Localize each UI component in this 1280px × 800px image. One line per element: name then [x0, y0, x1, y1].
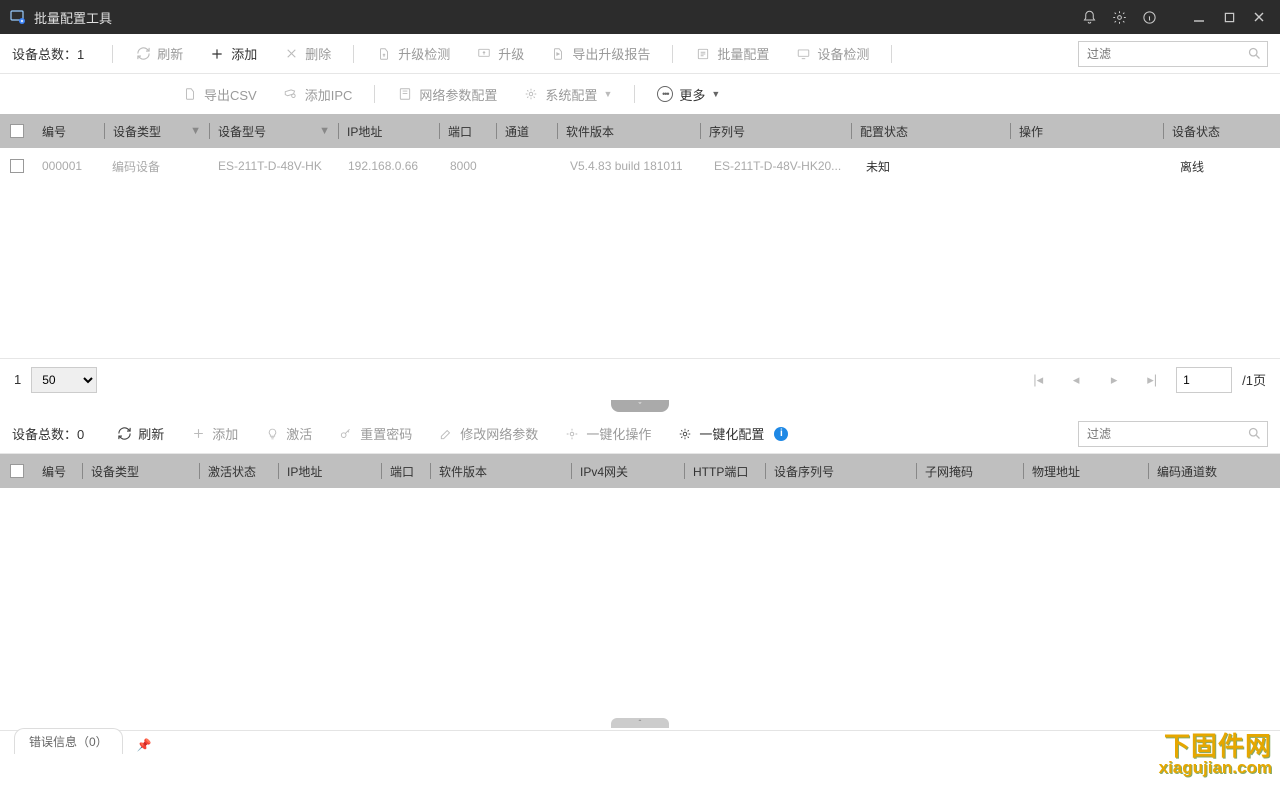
bell-icon[interactable] — [1074, 0, 1104, 34]
x-icon — [283, 46, 299, 62]
device-count: 设备总数：1 — [12, 44, 84, 63]
monitor-icon — [795, 46, 811, 62]
key-icon — [338, 426, 354, 442]
doc-icon — [182, 86, 198, 102]
export-icon — [550, 46, 566, 62]
edit-icon — [438, 426, 454, 442]
edit-net-button[interactable]: 修改网络参数 — [426, 419, 550, 449]
info-badge-icon: i — [774, 427, 788, 441]
net-param-button[interactable]: 网络参数配置 — [385, 79, 509, 109]
filter-icon[interactable]: ▼ — [319, 125, 330, 137]
batch-config-button[interactable]: 批量配置 — [683, 39, 781, 69]
top-toolbar-1: 设备总数：1 刷新 添加 删除 升级检测 升级 导出升级报告 批量配置 设备检测 — [0, 34, 1280, 74]
filter-search-bottom — [1078, 421, 1268, 447]
pin-icon[interactable]: 📌 — [137, 738, 152, 752]
info-icon[interactable] — [1134, 0, 1164, 34]
page-input[interactable] — [1176, 367, 1232, 393]
prev-page-button[interactable]: ◂ — [1062, 367, 1090, 393]
app-icon — [10, 9, 26, 25]
last-page-button[interactable]: ▸| — [1138, 367, 1166, 393]
panel-splitter[interactable]: ˇ — [0, 400, 1280, 414]
upgrade-check-button[interactable]: 升级检测 — [364, 39, 462, 69]
list-icon — [695, 46, 711, 62]
status-splitter[interactable]: ˆ — [0, 718, 1280, 730]
top-toolbar-2: 导出CSV 添加IPC 网络参数配置 系统配置▼ •••更多▼ — [0, 74, 1280, 114]
row-checkbox[interactable] — [10, 159, 24, 173]
refresh-button-2[interactable]: 刷新 — [104, 419, 176, 449]
bottom-toolbar: 设备总数：0 刷新 添加 激活 重置密码 修改网络参数 一键化操作 一键化配置i — [0, 414, 1280, 454]
upgrade-button[interactable]: 升级 — [464, 39, 536, 69]
activate-button[interactable]: 激活 — [252, 419, 324, 449]
camera-icon — [283, 86, 299, 102]
table-row[interactable]: 000001 编码设备 ES-211T-D-48V-HK 192.168.0.6… — [0, 148, 1280, 184]
next-page-button[interactable]: ▸ — [1100, 367, 1128, 393]
table2-header: 编号 设备类型 激活状态 IP地址 端口 软件版本 IPv4网关 HTTP端口 … — [0, 454, 1280, 488]
refresh-icon — [116, 426, 132, 442]
filter-input-bottom[interactable] — [1078, 421, 1268, 447]
bulb-icon — [264, 426, 280, 442]
close-button[interactable] — [1244, 0, 1274, 34]
oneclick-op-button[interactable]: 一键化操作 — [552, 419, 663, 449]
gear-icon — [523, 86, 539, 102]
table1-header: 编号 设备类型▼ 设备型号▼ IP地址 端口 通道 软件版本 序列号 配置状态 … — [0, 114, 1280, 148]
status-bar: 错误信息（0） 📌 — [0, 730, 1280, 758]
export-report-button[interactable]: 导出升级报告 — [538, 39, 662, 69]
gear-icon — [677, 426, 693, 442]
gear-icon — [564, 426, 580, 442]
select-all-checkbox[interactable] — [10, 124, 24, 138]
select-all-checkbox-2[interactable] — [10, 464, 24, 478]
filter-search-top — [1078, 41, 1268, 67]
net-icon — [397, 86, 413, 102]
upload-icon — [476, 46, 492, 62]
chevron-down-icon: ▼ — [603, 89, 612, 99]
ellipsis-icon: ••• — [657, 86, 673, 102]
gear-icon[interactable] — [1104, 0, 1134, 34]
export-csv-button[interactable]: 导出CSV — [170, 79, 269, 109]
refresh-icon — [135, 46, 151, 62]
app-title: 批量配置工具 — [34, 8, 112, 27]
page-size-select[interactable]: 50 — [31, 367, 97, 393]
delete-button[interactable]: 删除 — [271, 39, 343, 69]
maximize-button[interactable] — [1214, 0, 1244, 34]
pagination: 1 50 |◂ ◂ ▸ ▸| /1页 — [0, 358, 1280, 400]
plus-icon — [209, 46, 225, 62]
chevron-up-icon: ˆ — [611, 718, 669, 728]
table2-body — [0, 488, 1280, 718]
chevron-down-icon: ▼ — [711, 89, 720, 99]
filter-input-top[interactable] — [1078, 41, 1268, 67]
refresh-button[interactable]: 刷新 — [123, 39, 195, 69]
add-button-2[interactable]: 添加 — [178, 419, 250, 449]
device-count-2: 设备总数：0 — [12, 424, 84, 443]
reset-password-button[interactable]: 重置密码 — [326, 419, 424, 449]
add-ipc-button[interactable]: 添加IPC — [271, 79, 365, 109]
plus-icon — [190, 426, 206, 442]
oneclick-cfg-button[interactable]: 一键化配置i — [665, 419, 800, 449]
filter-icon[interactable]: ▼ — [190, 125, 201, 137]
page-total: /1页 — [1242, 370, 1266, 389]
sys-config-button[interactable]: 系统配置▼ — [511, 79, 624, 109]
doc-up-icon — [376, 46, 392, 62]
device-check-button[interactable]: 设备检测 — [783, 39, 881, 69]
more-button[interactable]: •••更多▼ — [645, 79, 732, 109]
titlebar: 批量配置工具 — [0, 0, 1280, 34]
add-button[interactable]: 添加 — [197, 39, 269, 69]
search-icon — [1247, 46, 1262, 61]
minimize-button[interactable] — [1184, 0, 1214, 34]
chevron-down-icon: ˇ — [611, 400, 669, 412]
table1-body: 000001 编码设备 ES-211T-D-48V-HK 192.168.0.6… — [0, 148, 1280, 358]
search-icon — [1247, 426, 1262, 441]
error-info-tab[interactable]: 错误信息（0） — [14, 728, 123, 754]
first-page-button[interactable]: |◂ — [1024, 367, 1052, 393]
page-label: 1 — [14, 372, 21, 387]
